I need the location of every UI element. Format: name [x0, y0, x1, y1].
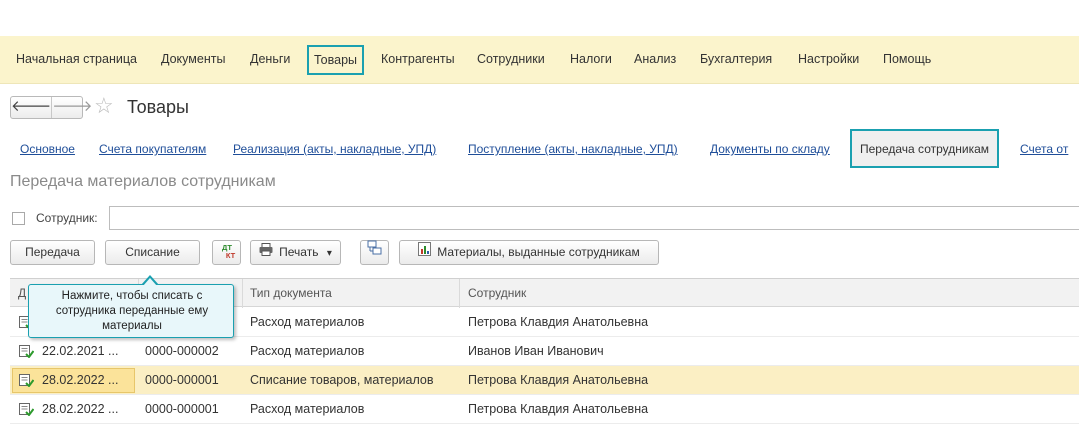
nav-employees[interactable]: Сотрудники	[477, 52, 545, 66]
column-divider	[459, 279, 460, 308]
favorite-star-icon[interactable]: ☆	[94, 93, 114, 119]
tab-receipts[interactable]: Поступление (акты, накладные, УПД)	[468, 142, 678, 156]
writeoff-button[interactable]: Списание	[105, 240, 200, 265]
cell-employee: Петрова Клавдия Анатольевна	[468, 315, 649, 329]
employee-filter-label: Сотрудник:	[36, 211, 98, 225]
nav-money[interactable]: Деньги	[250, 52, 290, 66]
cell-date: 22.02.2021 ...	[42, 344, 119, 358]
report-icon	[418, 241, 432, 264]
nav-home[interactable]: Начальная страница	[16, 52, 137, 66]
document-posted-icon	[19, 374, 34, 387]
tab-supplier-invoices[interactable]: Счета от	[1020, 142, 1068, 156]
column-header-type[interactable]: Тип документа	[250, 286, 332, 300]
materials-report-button[interactable]: Материалы, выданные сотрудникам	[399, 240, 659, 265]
tab-customer-invoices[interactable]: Счета покупателям	[99, 142, 206, 156]
column-header-employee[interactable]: Сотрудник	[468, 286, 526, 300]
cell-type: Списание товаров, материалов	[250, 373, 434, 387]
structure-button[interactable]	[360, 240, 389, 265]
document-posted-icon	[19, 403, 34, 416]
printer-icon	[259, 241, 273, 264]
table-row[interactable]: 28.02.2022 ... 0000-000001 Расход матери…	[10, 395, 1079, 424]
cell-employee: Иванов Иван Иванович	[468, 344, 604, 358]
cell-date: 28.02.2022 ...	[42, 402, 119, 416]
employee-filter: Сотрудник:	[10, 206, 1079, 230]
tab-sales[interactable]: Реализация (акты, накладные, УПД)	[233, 142, 436, 156]
toolbar: Передача Списание ДТ КТ Печать ▾ Материа…	[10, 240, 1079, 266]
document-posted-icon	[19, 345, 34, 358]
cell-number: 0000-000001	[145, 373, 219, 387]
employee-filter-checkbox[interactable]	[12, 212, 25, 225]
cell-type: Расход материалов	[250, 315, 365, 329]
nav-help[interactable]: Помощь	[883, 52, 931, 66]
tooltip-text: Нажмите, чтобы списать с сотрудника пере…	[55, 290, 209, 332]
table-row[interactable]: 22.02.2021 ... 0000-000002 Расход матери…	[10, 337, 1079, 366]
tab-warehouse-docs[interactable]: Документы по складу	[710, 142, 830, 156]
nav-analysis[interactable]: Анализ	[634, 52, 676, 66]
table-row-selected[interactable]: 28.02.2022 ... 0000-000001 Списание това…	[10, 366, 1079, 395]
tab-employee-transfer[interactable]: Передача сотрудникам	[850, 129, 1000, 168]
employee-filter-input[interactable]	[109, 206, 1079, 230]
section-tabs: Основное Счета покупателям Реализация (а…	[0, 128, 1079, 170]
nav-accounting[interactable]: Бухгалтерия	[700, 52, 772, 66]
nav-documents[interactable]: Документы	[161, 52, 225, 66]
print-button[interactable]: Печать ▾	[250, 240, 341, 265]
tab-main[interactable]: Основное	[20, 142, 75, 156]
dt-kt-button[interactable]: ДТ КТ	[212, 240, 241, 265]
nav-settings[interactable]: Настройки	[798, 52, 859, 66]
cell-number: 0000-000001	[145, 402, 219, 416]
nav-taxes[interactable]: Налоги	[570, 52, 612, 66]
hint-tooltip: Нажмите, чтобы списать с сотрудника пере…	[28, 275, 234, 338]
column-divider	[242, 279, 243, 308]
materials-report-label: Материалы, выданные сотрудникам	[437, 245, 640, 259]
nav-goods[interactable]: Товары	[307, 45, 364, 75]
column-header-date[interactable]: Д	[18, 286, 26, 300]
cell-employee: Петрова Клавдия Анатольевна	[468, 402, 649, 416]
page-title: Товары	[127, 97, 189, 117]
dt-kt-icon: ДТ КТ	[222, 243, 236, 260]
back-arrow-icon[interactable]: 🡐	[11, 97, 51, 118]
structure-icon	[367, 240, 382, 263]
cell-number: 0000-000002	[145, 344, 219, 358]
transfer-button[interactable]: Передача	[10, 240, 95, 265]
history-nav: 🡐 🡒	[10, 96, 92, 119]
cell-type: Расход материалов	[250, 344, 365, 358]
chevron-down-icon: ▾	[326, 248, 332, 259]
forward-arrow-icon[interactable]: 🡒	[51, 97, 92, 118]
print-label: Печать	[279, 245, 319, 259]
cell-employee: Петрова Клавдия Анатольевна	[468, 373, 649, 387]
cell-date: 28.02.2022 ...	[42, 373, 119, 387]
nav-counterparties[interactable]: Контрагенты	[381, 52, 455, 66]
main-menu-bar: Начальная страница Документы Деньги Това…	[0, 36, 1079, 84]
section-title: Передача материалов сотрудникам	[10, 173, 276, 190]
tooltip-pointer-fill	[143, 277, 157, 286]
cell-type: Расход материалов	[250, 402, 365, 416]
